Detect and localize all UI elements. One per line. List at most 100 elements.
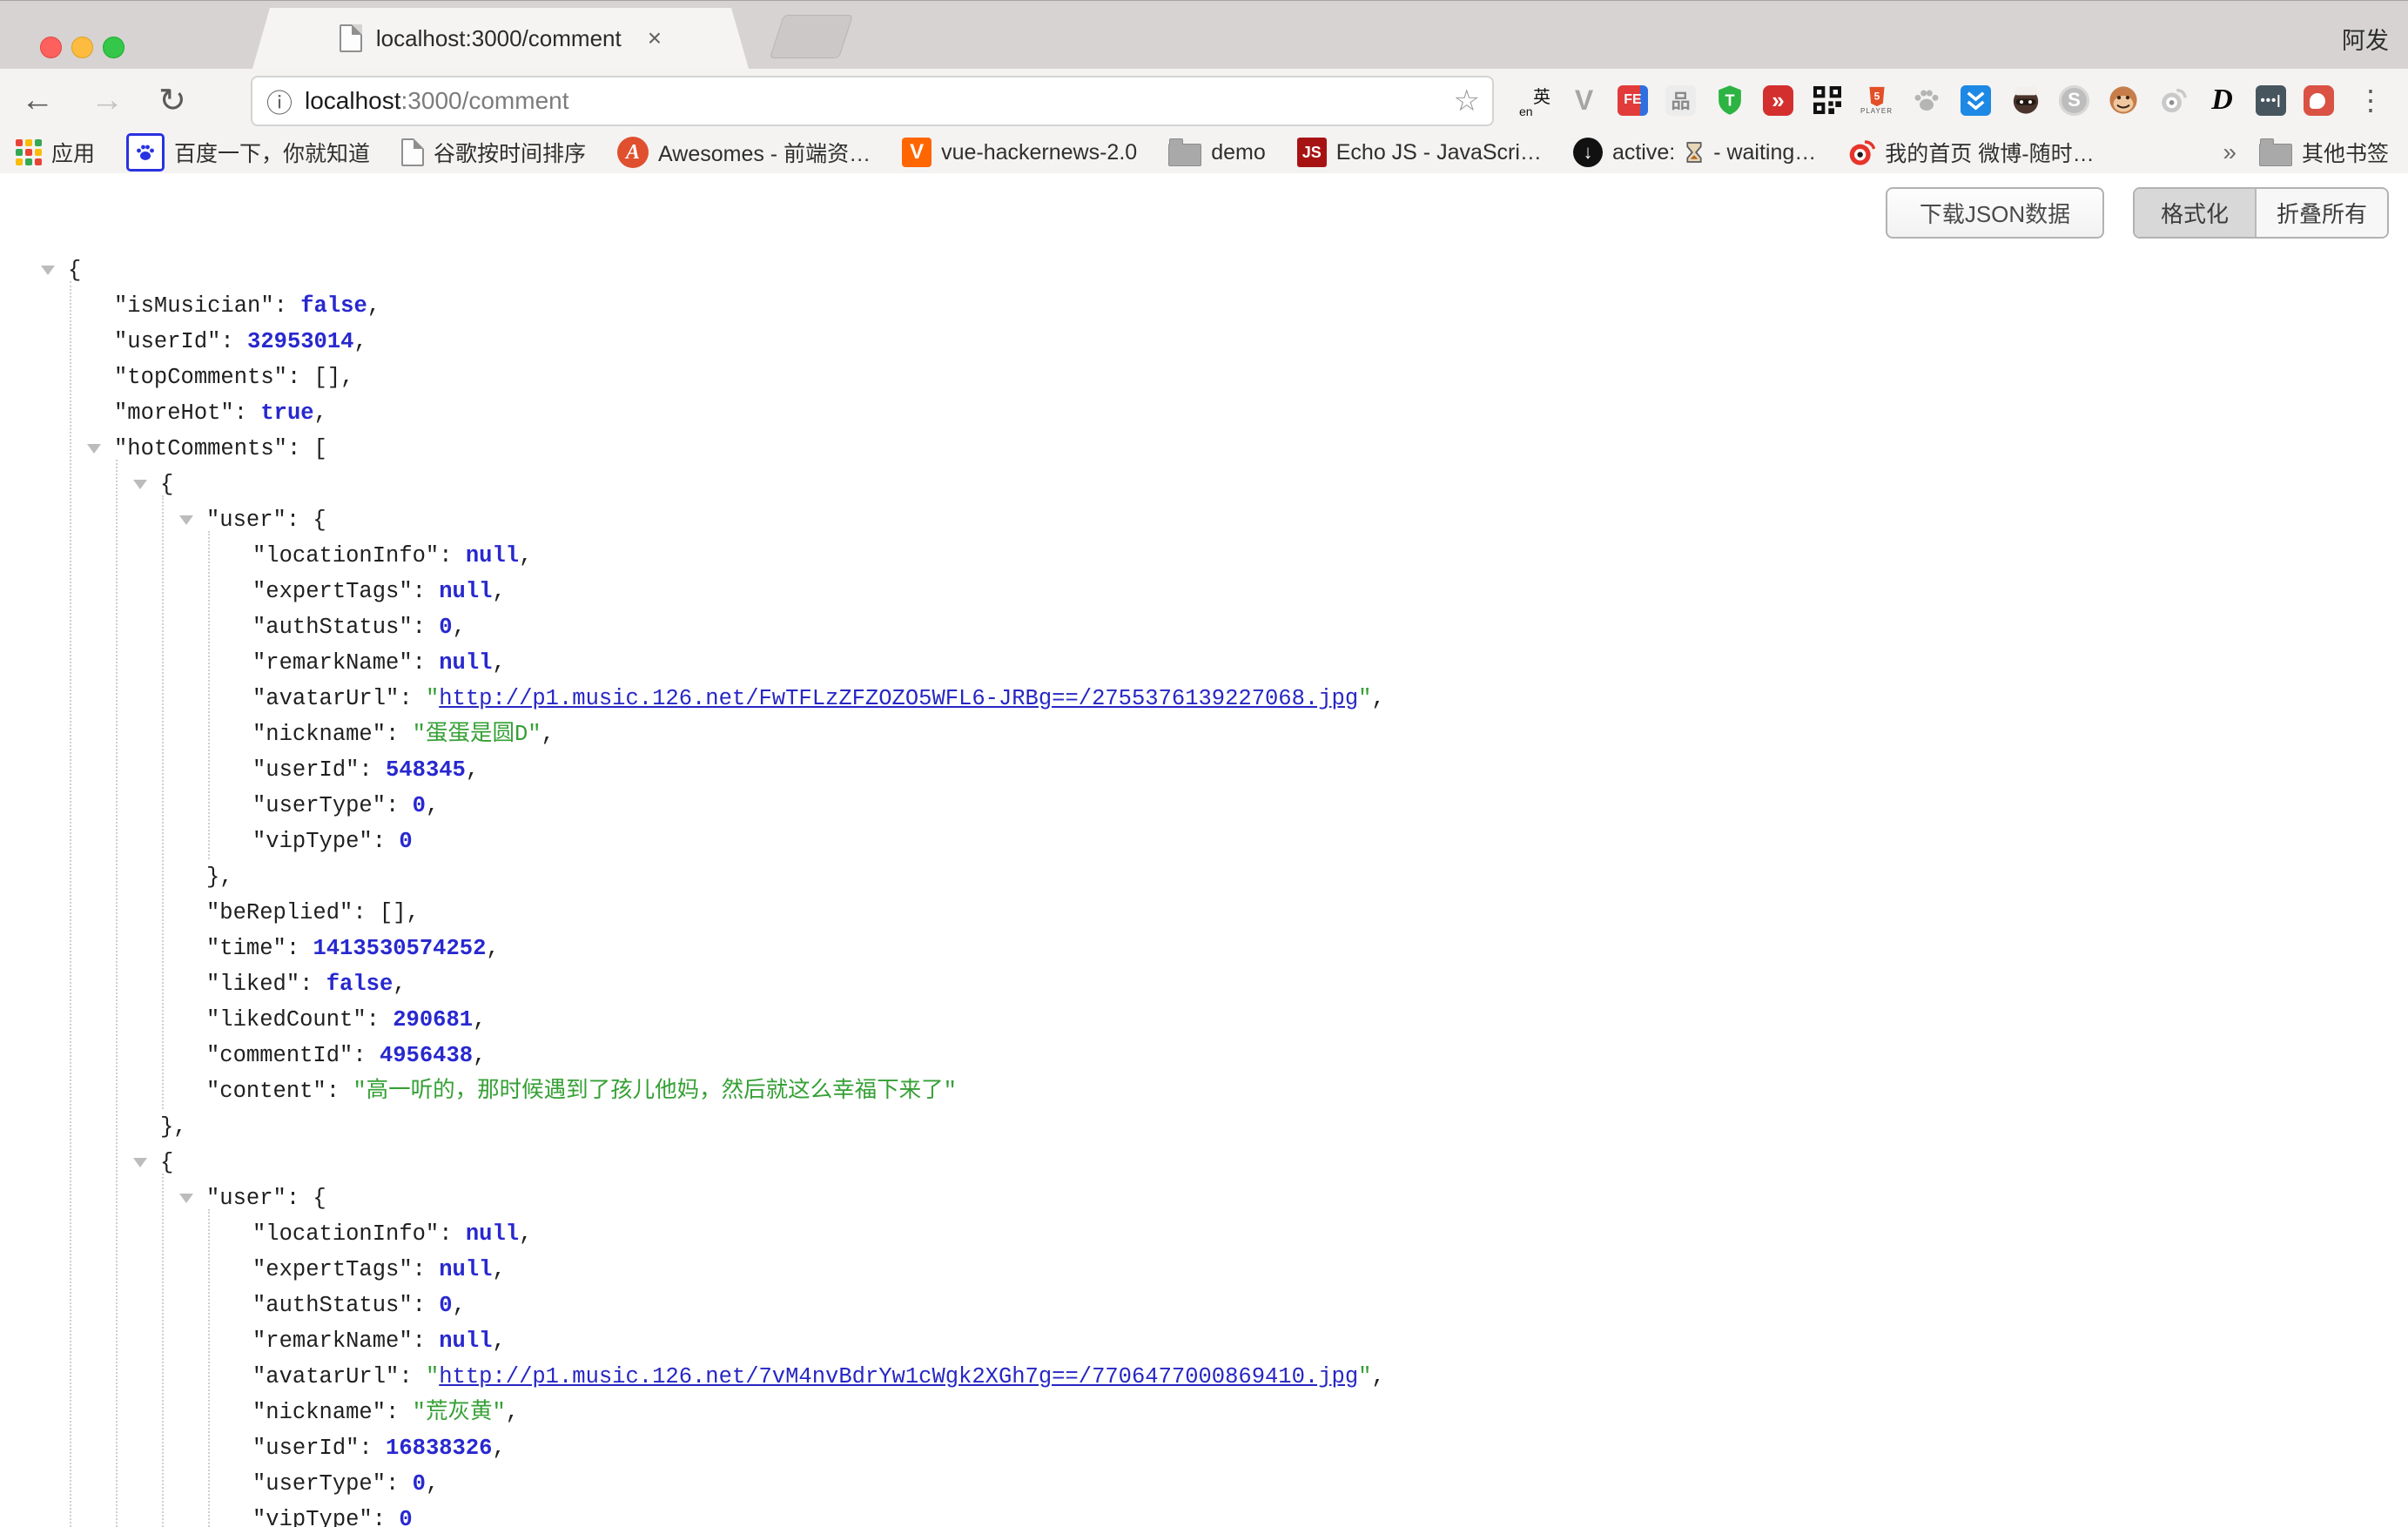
qr-code-icon[interactable]: [1811, 84, 1843, 117]
bookmarks-bar: 应用 百度一下，你就知道 谷歌按时间排序 A Awesomes - 前端资… V…: [0, 131, 2408, 174]
bookmark-echojs[interactable]: JS Echo JS - JavaScri…: [1297, 138, 1542, 167]
bookmark-star-icon[interactable]: ☆: [1454, 84, 1480, 118]
tab-close-icon[interactable]: ×: [648, 24, 662, 52]
titlebar: localhost:3000/comment × 阿发: [0, 0, 2408, 69]
json-token: "expertTags": [252, 1257, 413, 1282]
s-badge-icon[interactable]: S: [2059, 85, 2089, 116]
json-token: "authStatus": [252, 1293, 413, 1318]
password-dots-icon[interactable]: •••|: [2256, 85, 2286, 116]
json-token: :: [367, 1007, 393, 1033]
bookmark-awesomes[interactable]: A Awesomes - 前端资…: [617, 137, 871, 168]
json-token: ,: [1371, 686, 1384, 711]
fast-forward-icon[interactable]: »: [1763, 85, 1793, 116]
json-token: ,: [453, 1293, 466, 1318]
bookmark-demo-folder[interactable]: demo: [1168, 138, 1266, 166]
json-token: "nickname": [252, 1400, 386, 1425]
bookmark-weibo[interactable]: 我的首页 微博-随时…: [1847, 137, 2094, 168]
json-url-link[interactable]: http://p1.music.126.net/FwTFLzZFZOZO5WFL…: [439, 686, 1358, 711]
json-line: "userType": 0,: [0, 788, 2408, 824]
minimize-window-button[interactable]: [71, 37, 93, 58]
profile-name[interactable]: 阿发: [2342, 22, 2389, 56]
json-token: :: [413, 1257, 440, 1282]
json-token: ,: [486, 936, 499, 961]
collapse-triangle-icon[interactable]: [133, 1158, 147, 1167]
collapse-triangle-icon[interactable]: [133, 480, 147, 489]
bookmark-vue-hackernews[interactable]: V vue-hackernews-2.0: [902, 138, 1137, 167]
json-token: 0: [399, 1507, 412, 1527]
bookmark-label: 我的首页 微博-随时…: [1885, 137, 2094, 168]
collapse-all-button[interactable]: 折叠所有: [2257, 189, 2387, 237]
json-token: :: [399, 1364, 426, 1389]
vue-devtools-icon[interactable]: V: [1568, 84, 1600, 117]
fullscreen-window-button[interactable]: [103, 37, 124, 58]
collapse-triangle-icon[interactable]: [41, 266, 55, 275]
new-tab-button[interactable]: [770, 15, 853, 58]
collapse-triangle-icon[interactable]: [87, 444, 101, 454]
site-info-icon[interactable]: ⓘ: [266, 82, 293, 120]
bookmark-label: demo: [1211, 140, 1266, 165]
json-token: {: [160, 472, 173, 497]
collapse-triangle-icon[interactable]: [179, 1194, 193, 1203]
json-token: : [],: [353, 900, 420, 925]
fe-icon[interactable]: FE: [1618, 85, 1648, 116]
translate-icon[interactable]: 英en: [1518, 84, 1550, 117]
apps-grid-icon: [16, 139, 42, 165]
close-window-button[interactable]: [40, 37, 62, 58]
json-token: ": [1358, 1364, 1371, 1389]
mask-icon[interactable]: [2009, 84, 2041, 117]
bookmark-baidu[interactable]: 百度一下，你就知道: [126, 133, 370, 172]
page-icon: [401, 138, 424, 166]
toolbar: ← → ↻ ⓘ localhost :3000/comment ☆ 英en V …: [0, 69, 2408, 131]
html5-player-icon[interactable]: 5 PLAYER: [1860, 84, 1893, 117]
hourglass-icon: [1685, 140, 1704, 165]
json-token: null: [466, 543, 519, 568]
json-line: "nickname": "荒灰黄",: [0, 1395, 2408, 1430]
monkey-icon[interactable]: [2107, 84, 2139, 117]
json-token: ,: [492, 1329, 505, 1354]
double-chevron-down-icon[interactable]: [1960, 84, 1992, 117]
back-button[interactable]: ←: [21, 69, 54, 131]
weibo-gray-icon[interactable]: [2156, 84, 2189, 117]
json-token: 0: [399, 829, 412, 854]
collapse-triangle-icon[interactable]: [179, 515, 193, 525]
browser-tab[interactable]: localhost:3000/comment ×: [252, 8, 749, 69]
shield-t-icon[interactable]: T: [1713, 84, 1745, 117]
json-line: },: [0, 859, 2408, 895]
dark-d-icon[interactable]: D: [2206, 84, 2238, 117]
json-token: :: [274, 293, 301, 319]
json-token: 0: [413, 1471, 426, 1497]
other-bookmarks-label: 其他书签: [2302, 137, 2389, 168]
json-token: null: [466, 1221, 519, 1247]
reload-button[interactable]: ↻: [158, 69, 186, 131]
paw-icon[interactable]: [1910, 84, 1942, 117]
bookmark-apps[interactable]: 应用: [16, 137, 95, 168]
json-token: "vipType": [252, 829, 373, 854]
other-bookmarks[interactable]: 其他书签: [2259, 137, 2389, 168]
json-line: "content": "高一听的，那时候遇到了孩儿他妈，然后就这么幸福下来了": [0, 1073, 2408, 1109]
json-token: :: [373, 1507, 400, 1527]
url-host: localhost: [305, 87, 401, 115]
awesomes-a-icon: A: [617, 137, 649, 168]
json-line: "vipType": 0: [0, 1502, 2408, 1527]
json-url-link[interactable]: http://p1.music.126.net/7vM4nvBdrYw1cWgk…: [439, 1364, 1358, 1389]
json-token: 548345: [386, 757, 466, 783]
browser-menu-icon[interactable]: ⋮: [2357, 84, 2384, 117]
json-token: {: [160, 1150, 173, 1175]
address-bar[interactable]: ⓘ localhost :3000/comment ☆: [251, 76, 1494, 126]
bookmarks-overflow-chevron[interactable]: »: [2223, 138, 2236, 166]
json-line: "expertTags": null,: [0, 574, 2408, 609]
bookmark-active-waiting[interactable]: ↓ active: - waiting…: [1573, 138, 1816, 167]
json-token: : [],: [287, 365, 354, 390]
bookmark-google-sort[interactable]: 谷歌按时间排序: [401, 137, 586, 168]
json-token: :: [299, 972, 326, 997]
sitemap-icon[interactable]: 品: [1665, 85, 1696, 116]
format-button[interactable]: 格式化: [2135, 189, 2257, 237]
download-json-button[interactable]: 下载JSON数据: [1886, 187, 2104, 239]
json-token: "userId": [252, 757, 359, 783]
json-token: },: [206, 864, 233, 890]
json-token: "authStatus": [252, 615, 413, 640]
red-blob-icon[interactable]: [2304, 85, 2334, 116]
json-token: ": [1358, 686, 1371, 711]
json-token: "hotComments": [114, 436, 287, 461]
json-token: "user": [206, 508, 286, 533]
